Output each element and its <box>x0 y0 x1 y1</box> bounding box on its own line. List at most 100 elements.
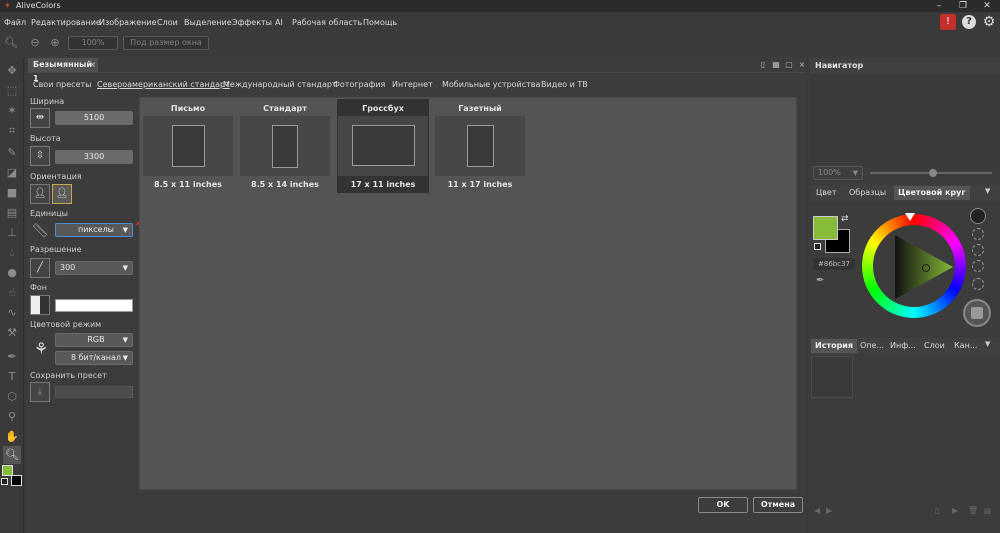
height-link-icon[interactable]: ⇳ <box>30 146 50 166</box>
eyedropper-icon[interactable]: ✒ <box>816 275 824 286</box>
marquee-tool-icon[interactable]: ⬚ <box>3 82 21 100</box>
panel-menu-icon[interactable]: ▼ <box>985 187 990 195</box>
pen-tool-icon[interactable]: ✒ <box>3 348 21 366</box>
wheel-mode-4-icon[interactable] <box>972 260 984 272</box>
close-document-icon[interactable]: × <box>797 59 807 71</box>
ok-button[interactable]: OK <box>698 497 748 513</box>
hand-tool-icon[interactable]: ✋ <box>3 428 21 446</box>
tab-custom-presets[interactable]: Свои пресеты <box>33 80 91 90</box>
tile-view-icon[interactable]: ▦ <box>771 59 781 71</box>
tab-mobile[interactable]: Мобильные устройства <box>442 80 540 90</box>
document-tab[interactable]: Безымянный 1 × <box>28 58 98 83</box>
width-link-icon[interactable]: ⇹ <box>30 108 50 128</box>
crop-tool-icon[interactable]: ⌗ <box>3 122 21 140</box>
menu-image[interactable]: Изображение <box>99 17 157 29</box>
fit-window-button[interactable]: Под размер окна <box>123 36 209 50</box>
shape-tool-icon[interactable]: ⬡ <box>3 388 21 406</box>
panel-menu-icon[interactable]: ▼ <box>985 340 990 348</box>
tab-color[interactable]: Цвет <box>816 186 837 200</box>
minimize-button[interactable]: – <box>928 0 950 12</box>
wheel-mode-3-icon[interactable] <box>972 244 984 256</box>
brush-tool-icon[interactable]: ✎ <box>3 144 21 162</box>
play-icon[interactable]: ▶ <box>952 506 958 515</box>
zoom-out-icon[interactable]: ⊖ <box>28 36 42 50</box>
menu-effects[interactable]: Эффекты <box>232 17 272 29</box>
tab-international[interactable]: Международный стандарт <box>223 80 337 90</box>
fill-tool-icon[interactable]: ■ <box>3 184 21 202</box>
maximize-button[interactable]: ❐ <box>952 0 974 12</box>
tab-swatches[interactable]: Образцы <box>849 186 886 200</box>
tab-color-wheel[interactable]: Цветовой круг <box>894 186 970 200</box>
close-button[interactable]: ✕ <box>976 0 998 12</box>
zoom-icon[interactable]: 🔍︎ <box>4 36 18 50</box>
blur-tool-icon[interactable]: 💧︎ <box>3 244 21 262</box>
save-preset-icon[interactable]: ⤓ <box>30 382 50 402</box>
resolution-select[interactable]: 300 ▼ <box>55 261 133 275</box>
zoom-field[interactable]: 100% <box>68 36 118 50</box>
zoom-slider-handle[interactable] <box>929 169 937 177</box>
move-tool-icon[interactable]: ✥ <box>3 62 21 80</box>
menu-selection[interactable]: Выделение <box>184 17 232 29</box>
units-select[interactable]: пикселы ▼ <box>55 223 133 237</box>
clear-history-icon[interactable]: ▤ <box>984 506 992 515</box>
landscape-orientation-button[interactable]: 👤︎ <box>52 184 72 204</box>
wheel-mode-1-icon[interactable] <box>970 208 986 224</box>
tab-photo[interactable]: Фотография <box>333 80 385 90</box>
wheel-mode-5-icon[interactable] <box>972 278 984 290</box>
stamp-tool-icon[interactable]: ⊥ <box>3 224 21 242</box>
color-mode-select[interactable]: RGB ▼ <box>55 333 133 347</box>
background-type-icon[interactable] <box>30 295 50 315</box>
tab-operations[interactable]: Опе... <box>860 339 884 353</box>
retouch-tool-icon[interactable]: ⚒ <box>3 324 21 342</box>
tab-video-tv[interactable]: Видео и ТВ <box>541 80 588 90</box>
wheel-mode-2-icon[interactable] <box>972 228 984 240</box>
swap-colors-icon[interactable]: ⇄ <box>841 214 849 224</box>
background-color-swatch[interactable] <box>55 299 133 312</box>
text-tool-icon[interactable]: T <box>3 368 21 386</box>
eyedropper-tool-icon[interactable]: ⚲ <box>3 408 21 426</box>
hex-color-field[interactable]: #86bc37 <box>813 258 855 270</box>
history-snapshot[interactable] <box>811 356 853 398</box>
magic-wand-tool-icon[interactable]: ✶ <box>3 102 21 120</box>
menu-file[interactable]: Файл <box>4 17 26 29</box>
help-icon[interactable]: ? <box>962 15 976 29</box>
cancel-button[interactable]: Отмена <box>753 497 803 513</box>
bit-depth-select[interactable]: 8 бит/канал ▼ <box>55 351 133 365</box>
hue-marker[interactable] <box>905 213 915 221</box>
smudge-tool-icon[interactable]: ☝ <box>3 284 21 302</box>
default-colors-icon[interactable] <box>1 478 8 485</box>
tab-north-american[interactable]: Североамериканский стандарт <box>97 80 230 90</box>
save-preset-input[interactable] <box>55 386 133 398</box>
close-tab-icon[interactable]: × <box>89 58 96 72</box>
redo-icon[interactable]: ▶ <box>826 506 832 515</box>
height-input[interactable]: 3300 <box>55 150 133 164</box>
tab-info[interactable]: Инф... <box>890 339 916 353</box>
width-input[interactable]: 5100 <box>55 111 133 125</box>
gradient-tool-icon[interactable]: ▤ <box>3 204 21 222</box>
trash-icon[interactable]: 🗑︎ <box>968 506 978 515</box>
gear-icon[interactable]: ⚙ <box>981 14 997 30</box>
menu-help[interactable]: Помощь <box>363 17 397 29</box>
saturation-triangle[interactable] <box>873 225 955 307</box>
warp-tool-icon[interactable]: ∿ <box>3 304 21 322</box>
triangle-shape-toggle[interactable] <box>963 299 991 327</box>
eraser-tool-icon[interactable]: ◪ <box>3 164 21 182</box>
new-snapshot-icon[interactable]: ▯ <box>935 506 939 515</box>
tab-history[interactable]: История <box>811 339 858 353</box>
tab-channels[interactable]: Кан... <box>954 339 977 353</box>
single-view-icon[interactable]: ▢ <box>784 59 794 71</box>
dodge-tool-icon[interactable]: ● <box>3 264 21 282</box>
navigator-zoom-select[interactable]: 100% ▼ <box>813 166 863 180</box>
default-colors-icon[interactable] <box>814 243 821 250</box>
zoom-tool-icon[interactable]: 🔍︎ <box>3 446 21 464</box>
menu-workspace[interactable]: Рабочая область <box>292 17 362 29</box>
zoom-in-icon[interactable]: ⊕ <box>48 36 62 50</box>
menu-ai[interactable]: AI <box>275 17 283 29</box>
menu-layers[interactable]: Слои <box>157 17 178 29</box>
background-swatch[interactable] <box>11 475 22 486</box>
tab-layers[interactable]: Слои <box>924 339 945 353</box>
alert-icon[interactable]: ! <box>940 14 956 30</box>
tab-internet[interactable]: Интернет <box>392 80 433 90</box>
portrait-orientation-button[interactable]: 👤︎ <box>30 184 50 204</box>
foreground-color-swatch-panel[interactable] <box>813 216 838 240</box>
